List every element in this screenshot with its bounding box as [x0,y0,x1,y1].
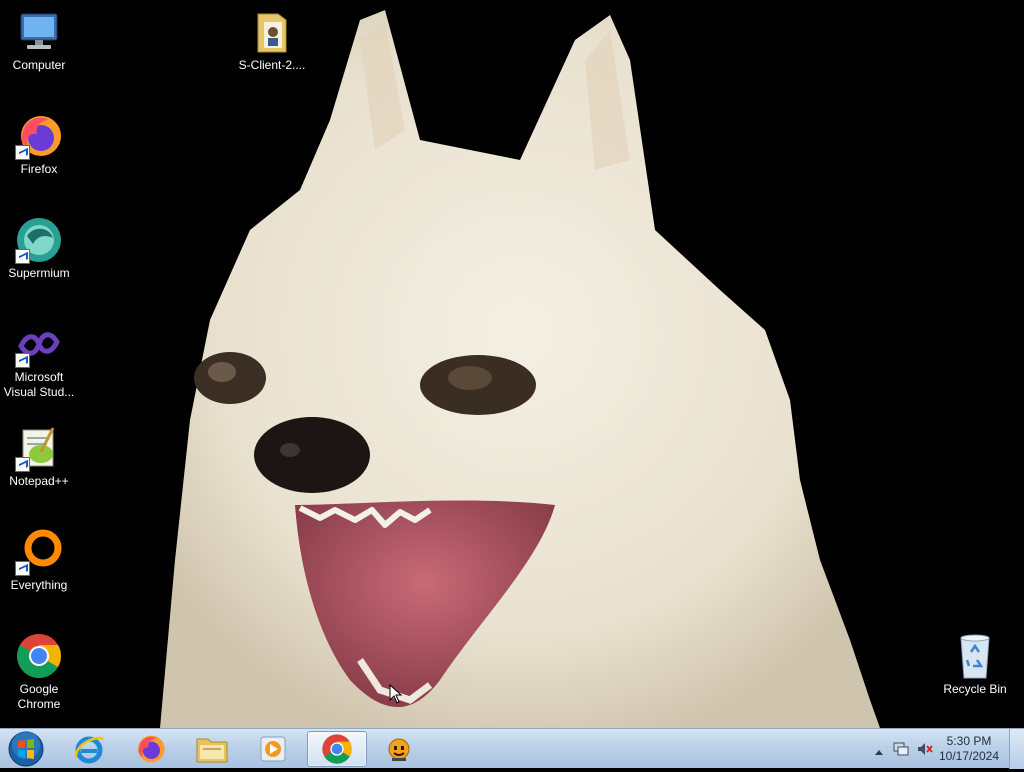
show-hidden-icons-button[interactable] [874,743,884,761]
desktop-icon-label: Supermium [8,266,70,280]
system-tray: 5:30 PM 10/17/2024 [864,729,1024,769]
taskbar-app-button[interactable] [371,731,427,767]
folder-icon [248,8,296,56]
volume-muted-icon [918,743,933,755]
taskbar-media-player-button[interactable] [245,731,301,767]
desktop-icon-computer[interactable]: Computer [0,8,78,73]
everything-icon [15,528,63,576]
chrome-icon [15,632,63,680]
volume-button[interactable] [916,741,934,762]
desktop-icon-label: S-Client-2.... [238,58,306,72]
firefox-icon [15,112,63,160]
taskbar-firefox-button[interactable] [122,731,178,767]
wallpaper-dog-image [160,10,880,728]
chrome-icon [322,734,352,764]
desktop-icon-visual-studio[interactable]: Microsoft Visual Stud... [0,320,78,400]
desktop-icon-label: Notepad++ [9,474,69,488]
computer-icon [15,8,63,56]
network-status-button[interactable] [892,741,910,762]
internet-explorer-icon [74,736,104,764]
file-explorer-icon [196,738,228,763]
notepad-plus-plus-icon [15,424,63,472]
supermium-icon [15,216,63,264]
desktop-icon-label: Computer [12,58,66,72]
desktop-icon-label: Recycle Bin [943,682,1007,696]
shortcut-arrow-icon [15,457,30,472]
desktop-icon-label: Google Chrome [17,682,61,711]
start-button[interactable] [6,731,46,767]
network-icon [893,742,909,756]
desktop-icon-label: Firefox [20,162,58,176]
recycle-bin-icon [951,632,999,680]
shortcut-arrow-icon [15,249,30,264]
firefox-icon [138,735,165,763]
shortcut-arrow-icon [15,561,30,576]
desktop-icon-folder[interactable]: S-Client-2.... [233,8,311,73]
desktop-icon-everything[interactable]: Everything [0,528,78,593]
taskbar: 5:30 PM 10/17/2024 [0,728,1024,769]
shortcut-arrow-icon [15,145,30,160]
desktop[interactable]: Computer S-Client-2.... Firefox Supermiu… [0,0,1024,728]
visual-studio-icon [15,320,63,368]
mouse-cursor-icon [389,684,403,704]
desktop-icon-supermium[interactable]: Supermium [0,216,78,281]
desktop-icon-google-chrome[interactable]: Google Chrome [0,632,78,712]
smiley-app-icon [388,738,410,761]
media-player-icon [260,736,286,762]
desktop-icon-label: Microsoft Visual Stud... [3,370,75,399]
desktop-icon-firefox[interactable]: Firefox [0,112,78,177]
desktop-icon-notepad-plus-plus[interactable]: Notepad++ [0,424,78,489]
taskbar-internet-explorer-button[interactable] [61,731,117,767]
windows-logo-icon [8,731,44,767]
desktop-icon-recycle-bin[interactable]: Recycle Bin [936,632,1014,697]
taskbar-chrome-button[interactable] [307,731,367,767]
clock-date: 10/17/2024 [938,749,1000,763]
clock[interactable]: 5:30 PM 10/17/2024 [934,734,1004,764]
clock-time: 5:30 PM [946,734,992,748]
show-desktop-button[interactable] [1009,729,1024,769]
chevron-up-icon [875,750,883,755]
desktop-icon-label: Everything [10,578,68,592]
taskbar-file-explorer-button[interactable] [184,731,240,767]
shortcut-arrow-icon [15,353,30,368]
